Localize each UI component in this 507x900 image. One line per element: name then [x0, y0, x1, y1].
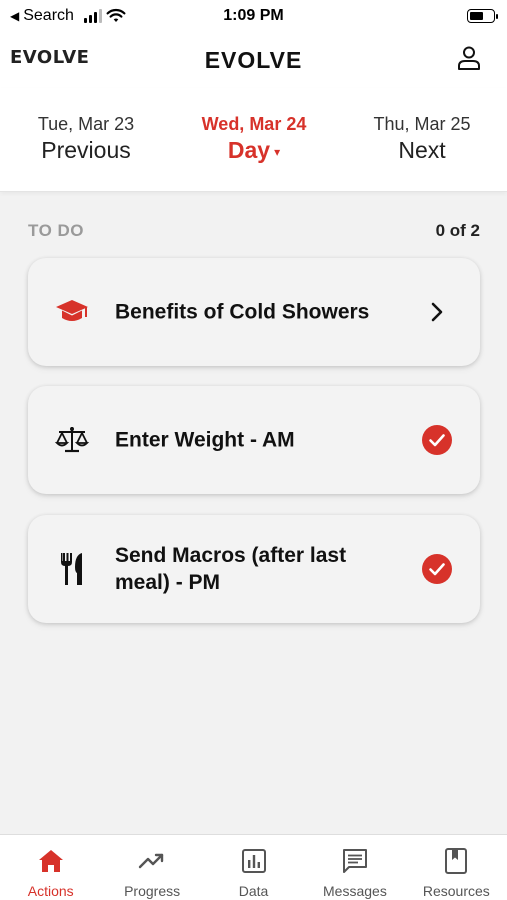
message-icon: [341, 847, 369, 875]
tab-label: Resources: [422, 883, 490, 899]
todo-section-title: TO DO: [28, 221, 85, 240]
tab-progress[interactable]: Progress: [101, 835, 202, 900]
graduation-cap-icon: [52, 292, 92, 332]
status-bar-left: ◀ Search: [10, 7, 126, 25]
todo-progress-count: 0 of 2: [435, 221, 480, 240]
profile-button[interactable]: [455, 44, 483, 72]
status-time: 1:09 PM: [223, 7, 284, 24]
chevron-right-icon[interactable]: [422, 297, 452, 327]
todo-card-label: Benefits of Cold Showers: [115, 300, 370, 324]
trend-icon: [138, 847, 166, 875]
previous-label: Previous: [41, 137, 131, 163]
tab-data[interactable]: Data: [203, 835, 304, 900]
brand-logo: EVOLVE: [10, 47, 90, 68]
caret-down-icon: ▾: [274, 144, 281, 159]
check-circle-icon[interactable]: [422, 554, 452, 584]
todo-card-enter-weight[interactable]: Enter Weight - AM: [28, 386, 480, 494]
status-bar: ◀ Search 1:09 PM: [0, 0, 507, 32]
check-circle-icon[interactable]: [422, 425, 452, 455]
todo-card-send-macros[interactable]: Send Macros (after last meal) - PM: [28, 515, 480, 623]
home-icon: [37, 847, 65, 875]
view-mode-label: Day: [227, 137, 271, 163]
todo-card-label: Send Macros (after last meal) - PM: [115, 544, 347, 594]
todo-card-cold-showers[interactable]: Benefits of Cold Showers: [28, 258, 480, 366]
tab-messages[interactable]: Messages: [304, 835, 405, 900]
todo-card-label: Enter Weight - AM: [115, 428, 295, 452]
bar-chart-icon: [240, 847, 268, 875]
tab-label: Progress: [124, 883, 181, 899]
current-date: Wed, Mar 24: [201, 114, 307, 134]
battery-icon: [467, 9, 498, 23]
previous-date: Tue, Mar 23: [37, 114, 135, 134]
wifi-icon: [106, 8, 126, 22]
tab-label: Messages: [323, 883, 387, 899]
tab-label: Data: [238, 883, 269, 899]
date-navigator: Tue, Mar 23 Previous Wed, Mar 24 Day ▾ Th…: [0, 88, 507, 192]
back-to-app-label[interactable]: Search: [23, 7, 74, 25]
cellular-signal-icon: [83, 9, 102, 23]
back-arrow-icon[interactable]: ◀: [10, 9, 19, 23]
next-day-button[interactable]: Thu, Mar 25 Next: [354, 114, 490, 164]
scale-icon: [52, 420, 92, 460]
next-label: Next: [398, 137, 446, 163]
fork-knife-icon: [52, 549, 92, 589]
next-date: Thu, Mar 25: [373, 114, 471, 134]
person-icon: [458, 46, 480, 70]
current-day-selector[interactable]: Wed, Mar 24 Day ▾: [186, 114, 322, 164]
tab-actions[interactable]: Actions: [0, 835, 101, 900]
previous-day-button[interactable]: Tue, Mar 23 Previous: [18, 114, 154, 164]
book-icon: [442, 847, 470, 875]
todo-header: TO DO 0 of 2: [28, 221, 480, 241]
view-mode-dropdown[interactable]: Day ▾: [186, 137, 322, 164]
app-header: EVOLVE EVOLVE: [0, 32, 507, 88]
page-title: EVOLVE: [204, 46, 303, 73]
battery-fill: [470, 12, 484, 20]
bottom-tab-bar: Actions Progress Data Messages Resources: [0, 834, 507, 900]
tab-label: Actions: [27, 883, 74, 899]
tab-resources[interactable]: Resources: [406, 835, 507, 900]
